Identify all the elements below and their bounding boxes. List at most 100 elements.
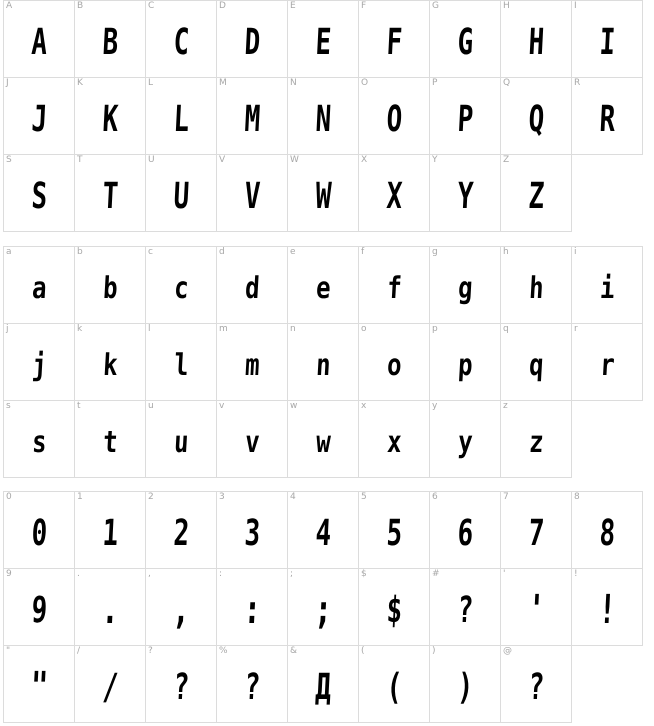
glyph-sample: 8 (598, 512, 616, 554)
glyph-sample: i (599, 270, 615, 306)
glyph-cell-label: V (219, 155, 226, 165)
glyph-cell: :: (217, 569, 288, 646)
glyph-cell-label: , (148, 569, 151, 579)
glyph-cell-label: 5 (361, 492, 367, 502)
glyph-cell-label: e (290, 247, 296, 257)
glyph-cell: @? (501, 646, 572, 723)
glyph-cell-label: @ (503, 646, 512, 656)
glyph-cell: bb (75, 247, 146, 324)
glyph-cell-label: I (574, 1, 577, 11)
glyph-sample: y (457, 424, 473, 460)
glyph-sample: R (598, 98, 616, 140)
uppercase-glyph-grid: AABBCCDDEEFFGGHHIIJJKKLLMMNNOOPPQQRRSSTT… (3, 0, 643, 232)
glyph-cell-label: $ (361, 569, 367, 579)
glyph-cell: ll (146, 324, 217, 401)
glyph-cell: 77 (501, 492, 572, 569)
glyph-sample: c (173, 270, 189, 306)
glyph-sample: ( (385, 666, 403, 708)
glyph-cell: SS (4, 155, 75, 232)
lowercase-glyph-grid: aabbccddeeffgghhiijjkkllmmnnooppqqrrsstt… (3, 246, 643, 478)
glyph-cell-label: j (6, 324, 9, 334)
glyph-cell-label: K (77, 78, 83, 88)
glyph-sample: H (527, 21, 545, 63)
glyph-cell: DD (217, 1, 288, 78)
glyph-cell-label: M (219, 78, 227, 88)
glyph-cell: JJ (4, 78, 75, 155)
glyph-cell: yy (430, 401, 501, 478)
glyph-sample: r (599, 347, 615, 383)
glyph-sample: x (386, 424, 402, 460)
glyph-cell: ' ' (501, 569, 572, 646)
glyph-sample: v (244, 424, 260, 460)
empty-cell (572, 155, 642, 231)
glyph-cell: %? (217, 646, 288, 723)
glyph-cell: KK (75, 78, 146, 155)
glyph-cell-label: y (432, 401, 438, 411)
glyph-cell-label: o (361, 324, 367, 334)
glyph-sample: 4 (314, 512, 332, 554)
glyph-cell: !! (572, 569, 643, 646)
glyph-sample: t (102, 424, 118, 460)
glyph-sample: J (30, 98, 48, 140)
glyph-cell: PP (430, 78, 501, 155)
glyph-sample: z (528, 424, 544, 460)
glyph-cell-label: u (148, 401, 154, 411)
glyph-sample: k (102, 347, 118, 383)
numbers-symbols-glyph-grid: 0 0 1 1 2 2 3 3 4 4 5 5 6 6 7 7 8 8 9 9..,,::;; $ $ #? ' '!! " " / /… (3, 491, 643, 723)
glyph-cell: ,, (146, 569, 217, 646)
glyph-cell: #? (430, 569, 501, 646)
glyph-sample: p (457, 347, 473, 383)
glyph-cell-label: t (77, 401, 81, 411)
glyph-cell: ee (288, 247, 359, 324)
glyph-sample: / (101, 666, 119, 708)
glyph-cell-label: z (503, 401, 508, 411)
glyph-cell-label: A (6, 1, 13, 11)
glyph-cell-label: . (77, 569, 80, 579)
glyph-sample: 0 (30, 512, 48, 554)
glyph-sample: ' (526, 587, 546, 633)
glyph-sample: L (172, 98, 190, 140)
glyph-cell: 44 (288, 492, 359, 569)
glyph-sample: 7 (527, 512, 545, 554)
glyph-cell: ?? (146, 646, 217, 723)
glyph-sample: " (29, 664, 49, 710)
glyph-cell: 22 (146, 492, 217, 569)
glyph-cell-label: O (361, 78, 369, 88)
glyph-cell: " " (4, 646, 75, 723)
glyph-cell: QQ (501, 78, 572, 155)
glyph-cell: FF (359, 1, 430, 78)
glyph-cell-label: G (432, 1, 439, 11)
glyph-cell-label: ; (290, 569, 294, 579)
glyph-sample: A (30, 21, 48, 63)
glyph-sample: I (598, 21, 616, 63)
glyph-cell: vv (217, 401, 288, 478)
glyph-sample: D (243, 21, 261, 63)
glyph-cell: jj (4, 324, 75, 401)
glyph-sample: K (101, 98, 119, 140)
glyph-cell: ss (4, 401, 75, 478)
glyph-sample: e (315, 270, 331, 306)
glyph-sample: S (30, 175, 48, 217)
glyph-cell: 11 (75, 492, 146, 569)
glyph-cell: hh (501, 247, 572, 324)
glyph-cell-label: Q (503, 78, 511, 88)
glyph-cell-label: n (290, 324, 296, 334)
glyph-sample: B (101, 21, 119, 63)
glyph-cell-label: J (6, 78, 9, 88)
glyph-cell: II (572, 1, 643, 78)
glyph-sample: , (171, 587, 191, 633)
glyph-cell-label: d (219, 247, 225, 257)
glyph-cell: VV (217, 155, 288, 232)
glyph-cell-label: 7 (503, 492, 509, 502)
glyph-sample: ? (243, 666, 261, 708)
glyph-cell: ww (288, 401, 359, 478)
glyph-cell-label: H (503, 1, 510, 11)
glyph-cell-label: T (77, 155, 83, 165)
glyph-cell: UU (146, 155, 217, 232)
glyph-sample: l (173, 347, 189, 383)
glyph-cell-label: r (574, 324, 578, 334)
glyph-cell-label: l (148, 324, 151, 334)
glyph-cell: aa (4, 247, 75, 324)
glyph-cell: 66 (430, 492, 501, 569)
glyph-cell-label: x (361, 401, 367, 411)
